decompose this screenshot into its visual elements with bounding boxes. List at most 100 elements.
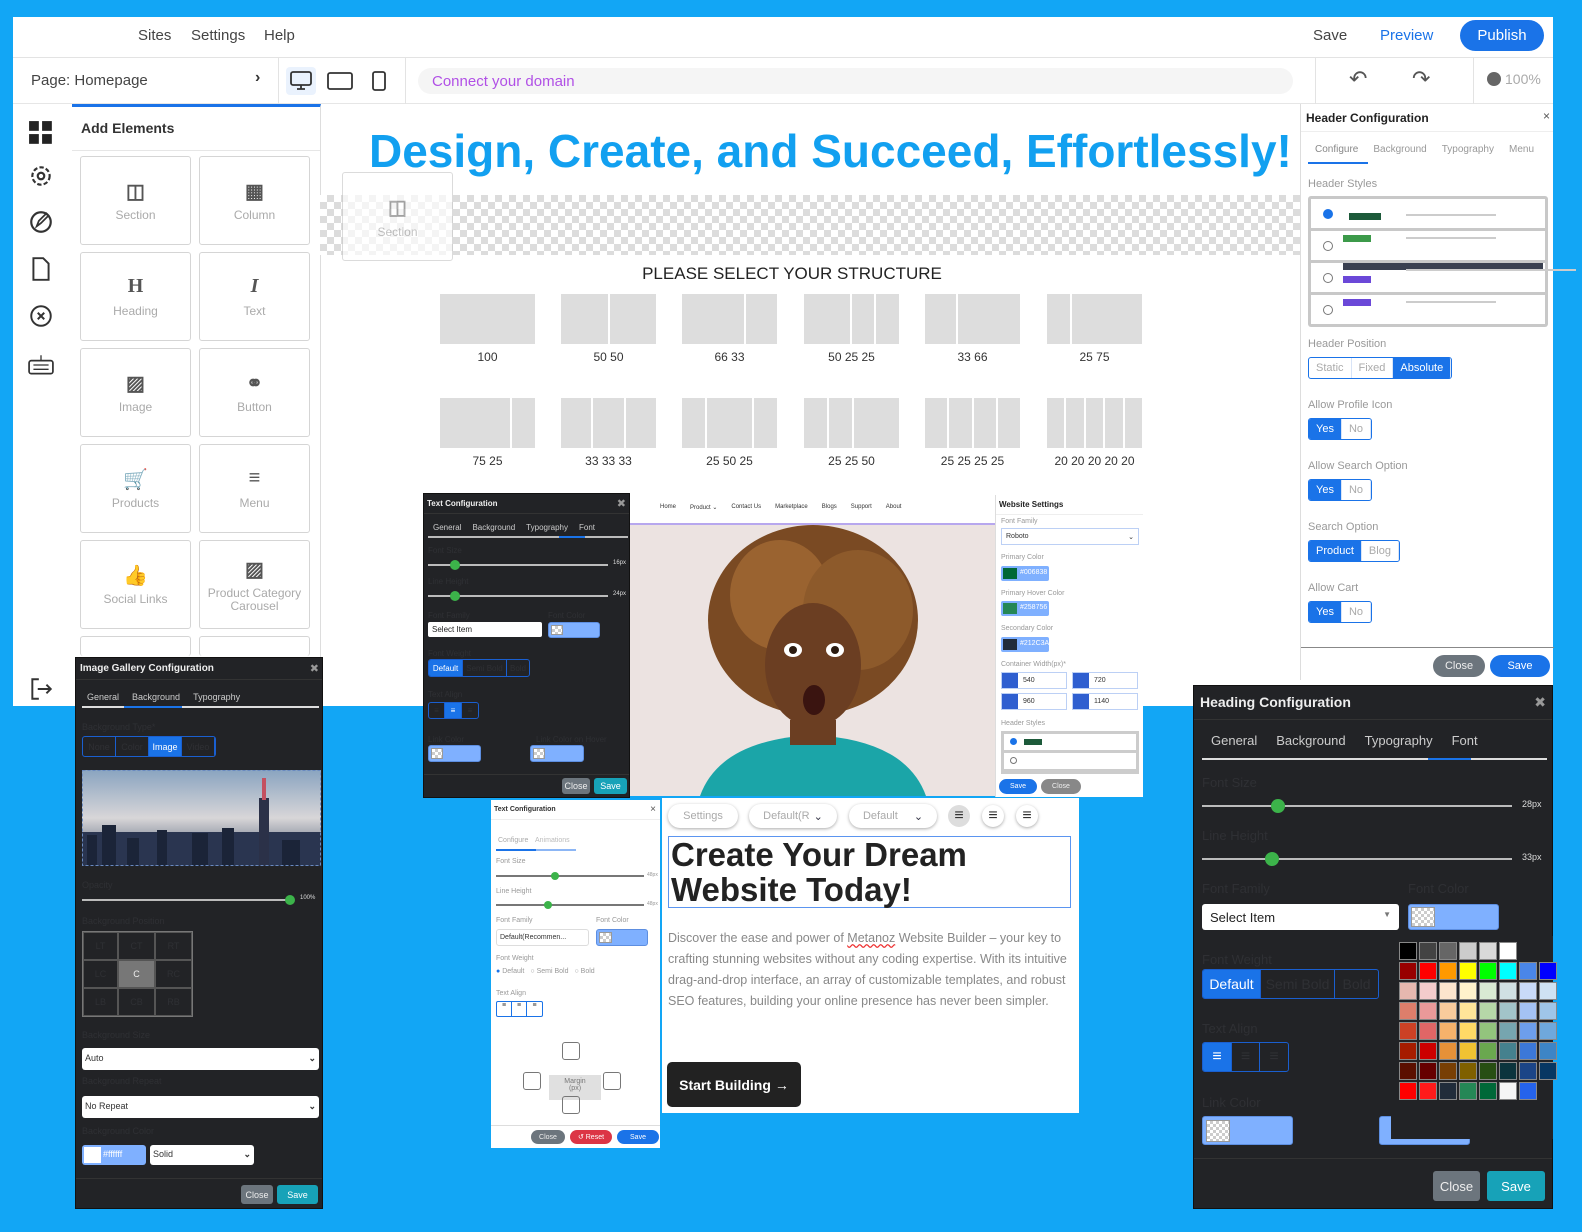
chevron-right-icon[interactable]: › <box>255 69 260 87</box>
weight-bold[interactable]: Bold <box>507 660 529 676</box>
preview-nav-link[interactable]: Support <box>851 504 872 511</box>
align-right-icon[interactable]: ≡ <box>462 703 478 718</box>
color-swatch[interactable] <box>1539 1002 1557 1020</box>
font-color-picker[interactable] <box>596 929 648 946</box>
color-swatch[interactable] <box>1539 982 1557 1000</box>
link-hover-color-picker[interactable] <box>530 745 584 762</box>
save-button[interactable]: Save <box>1487 1171 1545 1201</box>
element-tile-text[interactable]: I Text <box>199 252 310 341</box>
bg-type-color[interactable]: Color <box>116 737 149 756</box>
line-height-slider[interactable] <box>496 901 644 909</box>
weight-semibold[interactable]: Semi Bold <box>1261 970 1335 998</box>
menu-sites[interactable]: Sites <box>138 27 171 44</box>
save-button[interactable]: Save <box>1490 655 1550 677</box>
align-left-icon[interactable]: ≡ <box>948 805 970 827</box>
history-icon[interactable] <box>28 303 54 329</box>
structure-option[interactable] <box>440 294 535 344</box>
color-swatch[interactable] <box>1499 1022 1517 1040</box>
color-swatch[interactable] <box>1459 962 1477 980</box>
color-swatch[interactable] <box>1499 1082 1517 1100</box>
color-swatch[interactable] <box>1399 942 1417 960</box>
hover-color-picker[interactable]: #258756 <box>1001 601 1049 616</box>
color-swatch[interactable] <box>1399 1022 1417 1040</box>
structure-option[interactable] <box>561 294 656 344</box>
domain-input[interactable]: Connect your domain <box>418 68 1293 94</box>
weight-default[interactable]: Default <box>429 660 463 676</box>
color-swatch[interactable] <box>1419 1022 1437 1040</box>
element-tile[interactable] <box>80 636 191 656</box>
tab-typography[interactable]: Typography <box>1442 144 1494 155</box>
element-tile-product-category-carousel[interactable]: ▨ Product Category Carousel <box>199 540 310 629</box>
redo-icon[interactable]: ↷ <box>1412 66 1430 92</box>
align-center-icon[interactable]: ≡ <box>1232 1043 1260 1071</box>
background-size-select[interactable]: Auto ⌄ <box>82 1048 319 1070</box>
tab-background[interactable]: Background <box>1373 144 1426 155</box>
close-button[interactable]: Close <box>562 778 590 794</box>
keyboard-icon[interactable] <box>28 352 54 378</box>
font-family-select[interactable]: Select Item <box>428 622 542 637</box>
structure-option[interactable] <box>925 294 1020 344</box>
header-style-option[interactable] <box>1004 734 1136 750</box>
font-dropdown[interactable]: Default(R ⌄ <box>749 804 837 828</box>
structure-option[interactable] <box>804 398 899 448</box>
color-swatch[interactable] <box>1479 942 1497 960</box>
element-tile[interactable] <box>199 636 310 656</box>
close-icon[interactable]: × <box>1543 109 1550 123</box>
tablet-view-button[interactable] <box>325 67 355 95</box>
zoom-out-icon[interactable] <box>1487 72 1501 86</box>
color-swatch[interactable] <box>1439 962 1457 980</box>
save-button[interactable]: Save <box>999 779 1037 794</box>
color-swatch[interactable] <box>1439 1062 1457 1080</box>
color-swatch[interactable] <box>1459 942 1477 960</box>
hero-title[interactable]: Create Your Dream Website Today! <box>668 836 1071 908</box>
color-swatch[interactable] <box>1419 1042 1437 1060</box>
color-swatch[interactable] <box>1499 1062 1517 1080</box>
font-color-picker[interactable] <box>548 622 600 638</box>
color-swatch[interactable] <box>1419 982 1437 1000</box>
save-button[interactable]: Save <box>277 1185 318 1204</box>
font-size-slider[interactable] <box>1202 799 1512 813</box>
position-lc[interactable]: LC <box>83 960 118 988</box>
position-static[interactable]: Static <box>1309 358 1352 378</box>
preview-nav-link[interactable]: Blogs <box>822 504 837 511</box>
color-swatch[interactable] <box>1519 1042 1537 1060</box>
preview-nav-link[interactable]: Product ⌄ <box>690 504 717 511</box>
color-swatch[interactable] <box>1459 1002 1477 1020</box>
color-swatch[interactable] <box>1419 1002 1437 1020</box>
align-left-icon[interactable]: ≡ <box>1203 1043 1232 1071</box>
preview-link[interactable]: Preview <box>1380 27 1433 44</box>
tab-typography[interactable]: Typography <box>526 523 568 532</box>
font-family-select[interactable]: Default(Recommen... <box>496 929 589 946</box>
element-tile-heading[interactable]: H Heading <box>80 252 191 341</box>
align-left-icon[interactable]: ≡ <box>429 703 445 718</box>
color-swatch[interactable] <box>1399 1002 1417 1020</box>
close-button[interactable]: Close <box>531 1130 565 1144</box>
background-color-picker[interactable]: #ffffff <box>82 1145 146 1165</box>
color-swatch[interactable] <box>1439 942 1457 960</box>
tab-animations[interactable]: Animations <box>535 837 570 844</box>
tab-background[interactable]: Background <box>472 523 515 532</box>
position-cb[interactable]: CB <box>118 988 155 1016</box>
color-swatch[interactable] <box>1539 1022 1557 1040</box>
tab-configure[interactable]: Configure <box>1315 144 1358 155</box>
position-rc[interactable]: RC <box>155 960 192 988</box>
weight-bold-radio[interactable]: ○ Bold <box>574 968 594 975</box>
edit-icon[interactable] <box>28 209 54 235</box>
header-style-option[interactable] <box>1004 753 1136 769</box>
container-width-input[interactable]: 720 <box>1072 672 1138 689</box>
secondary-color-picker[interactable]: #212C3A <box>1001 637 1049 652</box>
color-swatch[interactable] <box>1479 962 1497 980</box>
align-center-icon[interactable]: ≡ <box>512 1002 527 1016</box>
font-color-picker[interactable] <box>1408 904 1499 930</box>
close-icon[interactable]: ✖ <box>310 662 319 675</box>
align-right-icon[interactable]: ≡ <box>1016 805 1038 827</box>
close-button[interactable]: Close <box>241 1185 273 1204</box>
color-swatch[interactable] <box>1479 1062 1497 1080</box>
color-swatch[interactable] <box>1439 1042 1457 1060</box>
header-style-option[interactable] <box>1311 295 1545 324</box>
color-swatch[interactable] <box>1499 982 1517 1000</box>
margin-top-input[interactable] <box>562 1042 580 1060</box>
radio[interactable] <box>1323 273 1333 283</box>
font-family-select[interactable]: Roboto ⌄ <box>1001 528 1139 545</box>
color-swatch[interactable] <box>1519 962 1537 980</box>
